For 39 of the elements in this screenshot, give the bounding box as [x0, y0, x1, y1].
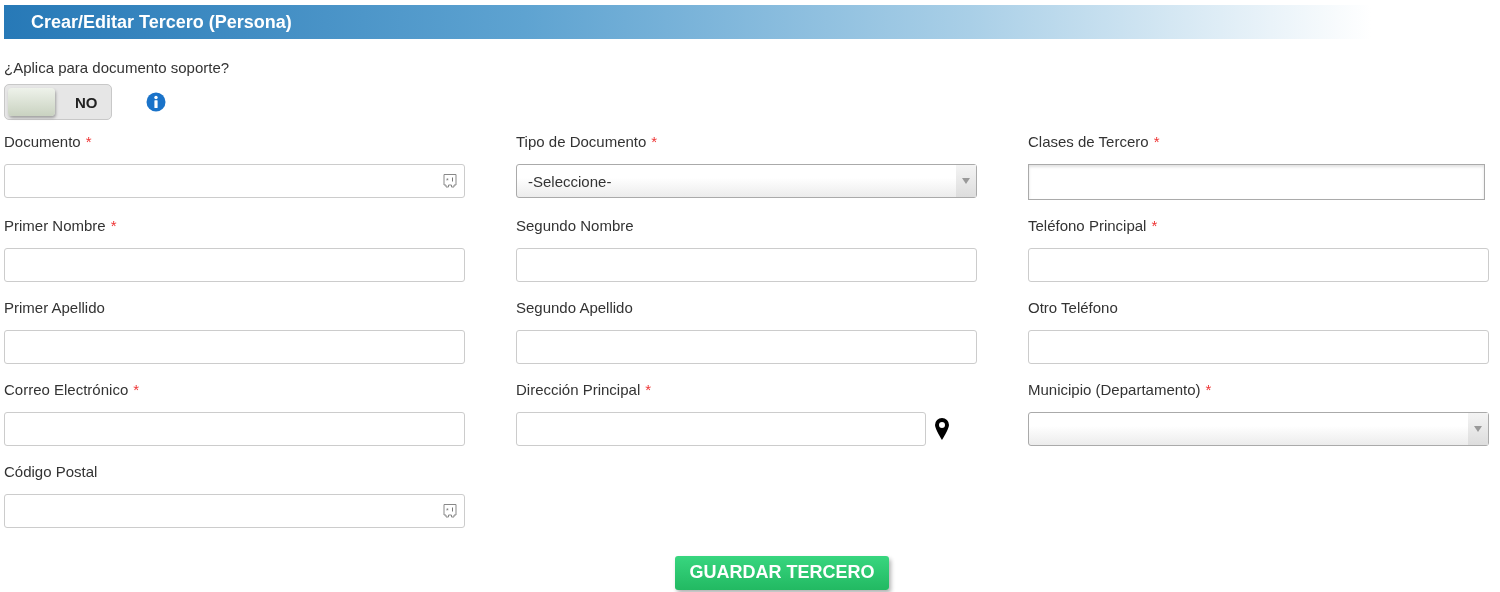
- input-field[interactable]: [1028, 330, 1489, 364]
- input-field[interactable]: [516, 248, 977, 282]
- field-label: Segundo Apellido: [516, 298, 633, 318]
- multi-select-field[interactable]: [1028, 164, 1485, 200]
- input-field[interactable]: [4, 248, 465, 282]
- field-label: Primer Apellido: [4, 298, 105, 318]
- field-label: Dirección Principal: [516, 380, 641, 400]
- input-field[interactable]: [516, 412, 926, 446]
- required-mark: *: [645, 380, 652, 400]
- field-label: Primer Nombre: [4, 216, 106, 236]
- info-icon[interactable]: [146, 92, 166, 112]
- required-mark: *: [85, 132, 92, 152]
- map-pin-icon[interactable]: [934, 417, 950, 441]
- field-label: Segundo Nombre: [516, 216, 634, 236]
- field-label: Clases de Tercero: [1028, 132, 1149, 152]
- form-title: Crear/Editar Tercero (Persona): [31, 11, 292, 33]
- select-dropdown[interactable]: [1028, 412, 1489, 446]
- input-field[interactable]: [4, 330, 465, 364]
- field-label: Otro Teléfono: [1028, 298, 1118, 318]
- question-label: ¿Aplica para documento soporte?: [4, 58, 231, 78]
- required-mark: *: [651, 132, 658, 152]
- field-label: Municipio (Departamento): [1028, 380, 1201, 400]
- field-label: Documento: [4, 132, 81, 152]
- field-label: Correo Electrónico: [4, 380, 129, 400]
- toggle-switch[interactable]: NO: [4, 84, 112, 120]
- required-mark: *: [1151, 216, 1158, 236]
- input-field[interactable]: [516, 330, 977, 364]
- field-label: Código Postal: [4, 462, 98, 482]
- caret-icon: [1474, 426, 1482, 432]
- required-mark: *: [1205, 380, 1212, 400]
- required-mark: *: [110, 216, 117, 236]
- select-dropdown[interactable]: -Seleccione-: [516, 164, 977, 198]
- field-label: Tipo de Documento: [516, 132, 647, 152]
- input-field[interactable]: [1028, 248, 1489, 282]
- input-field[interactable]: [4, 412, 465, 446]
- field-label: Teléfono Principal: [1028, 216, 1147, 236]
- required-mark: *: [133, 380, 140, 400]
- required-mark: *: [1153, 132, 1160, 152]
- caret-icon: [962, 178, 970, 184]
